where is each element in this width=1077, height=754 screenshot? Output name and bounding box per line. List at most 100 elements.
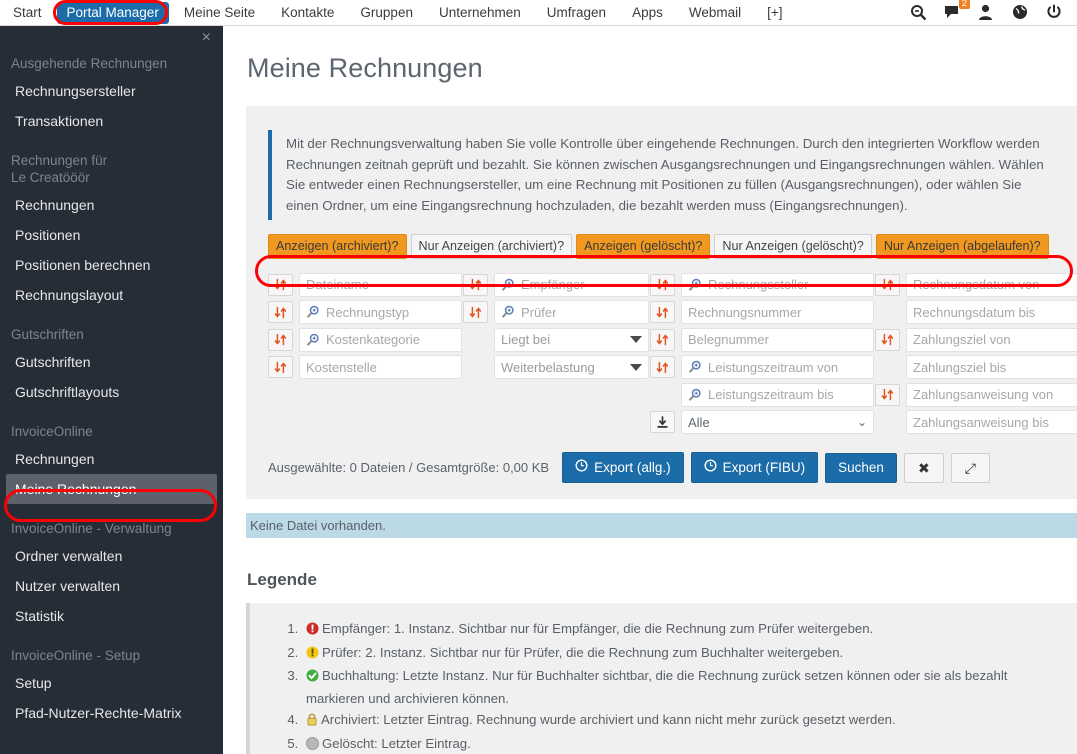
search-plus-icon[interactable]	[688, 388, 702, 402]
nav-item-meine-seite[interactable]: Meine Seite	[173, 2, 266, 24]
suchen-button[interactable]: Suchen	[825, 452, 897, 483]
chevron-down-icon[interactable]	[630, 336, 642, 344]
field-placeholder: Zahlungsanweisung bis	[913, 414, 1049, 430]
input-belegnummer[interactable]: Belegnummer	[681, 327, 874, 352]
form-row: Empfänger	[463, 271, 649, 299]
sort-toggle-icon[interactable]	[268, 328, 293, 351]
download-icon[interactable]	[650, 411, 675, 434]
legend-item-text: Prüfer: 2. Instanz. Sichtbar nur für Prü…	[322, 644, 844, 660]
nav-item-[interactable]: [+]	[756, 2, 793, 24]
sort-toggle-icon[interactable]	[268, 356, 293, 379]
input-zahlungsziel-bis[interactable]: Zahlungsziel bis	[906, 355, 1077, 380]
sidebar-item-setup[interactable]: Setup	[0, 668, 223, 698]
clear-filters-button[interactable]: ✖	[903, 452, 944, 483]
sidebar-item-rechnungslayout[interactable]: Rechnungslayout	[0, 280, 223, 310]
input-leistungszeitraum-von[interactable]: Leistungszeitraum von	[681, 355, 874, 380]
sort-toggle-icon[interactable]	[650, 273, 675, 296]
filter-button-1[interactable]: Nur Anzeigen (archiviert)?	[410, 234, 573, 259]
sidebar-item-positionen[interactable]: Positionen	[0, 220, 223, 250]
sidebar-item-rechnungsersteller[interactable]: Rechnungsersteller	[0, 76, 223, 106]
input-rechnungstyp[interactable]: Rechnungstyp	[299, 300, 462, 325]
input-kostenstelle[interactable]: Kostenstelle	[299, 355, 462, 380]
field-placeholder: Prüfer	[521, 304, 557, 320]
chevron-down-icon[interactable]: ⌄	[857, 416, 867, 428]
sort-toggle-icon[interactable]	[268, 301, 293, 324]
nav-item-start[interactable]: Start	[2, 2, 53, 24]
sort-toggle-icon[interactable]	[463, 301, 488, 324]
sort-toggle-icon[interactable]	[463, 273, 488, 296]
input-rechnungssteller[interactable]: Rechnungssteller	[681, 272, 874, 297]
field-placeholder: Alle	[688, 414, 710, 430]
sidebar-item-transaktionen[interactable]: Transaktionen	[0, 106, 223, 136]
sort-toggle-icon[interactable]	[650, 328, 675, 351]
input-dateiname[interactable]: Dateiname	[299, 272, 462, 297]
field-placeholder: Rechnungsnummer	[688, 304, 802, 320]
expand-button[interactable]: ⤢	[950, 452, 990, 483]
input-zahlungsanweisung-bis[interactable]: Zahlungsanweisung bis	[906, 410, 1077, 435]
search-plus-icon[interactable]	[501, 278, 515, 292]
input-zahlungsziel-von[interactable]: Zahlungsziel von	[906, 327, 1077, 352]
nav-item-umfragen[interactable]: Umfragen	[536, 2, 617, 24]
nav-item-kontakte[interactable]: Kontakte	[270, 2, 345, 24]
nav-item-webmail[interactable]: Webmail	[678, 2, 752, 24]
nav-item-portal-manager[interactable]: Portal Manager	[56, 1, 169, 24]
sidebar-item-meine-rechnungen[interactable]: Meine Rechnungen	[6, 474, 217, 504]
search-plus-icon[interactable]	[306, 333, 320, 347]
search-plus-icon[interactable]	[688, 360, 702, 374]
sort-toggle-icon[interactable]	[268, 273, 293, 296]
nav-item-unternehmen[interactable]: Unternehmen	[428, 2, 532, 24]
sidebar-item-gutschriften[interactable]: Gutschriften	[0, 347, 223, 377]
sort-toggle-icon[interactable]	[875, 328, 900, 351]
power-icon[interactable]	[1046, 4, 1063, 21]
filter-button-0[interactable]: Anzeigen (archiviert)?	[268, 234, 407, 259]
legend-item: Prüfer: 2. Instanz. Sichtbar nur für Prü…	[302, 643, 1040, 666]
sidebar-item-pfad-nutzer-rechte-matrix[interactable]: Pfad-Nutzer-Rechte-Matrix	[0, 698, 223, 728]
chevron-down-icon[interactable]	[630, 363, 642, 371]
export-fibu-button[interactable]: Export (FIBU)	[690, 452, 819, 483]
export-allg-button[interactable]: Export (allg.)	[562, 452, 684, 483]
search-plus-icon[interactable]	[501, 305, 515, 319]
filter-button-4[interactable]: Nur Anzeigen (abgelaufen)?	[875, 234, 1049, 259]
input-empfänger[interactable]: Empfänger	[494, 272, 649, 297]
sidebar-item-gutschriftlayouts[interactable]: Gutschriftlayouts	[0, 377, 223, 407]
close-icon[interactable]: ×	[202, 30, 211, 46]
sort-toggle-icon[interactable]	[875, 383, 900, 406]
sidebar-item-statistik[interactable]: Statistik	[0, 601, 223, 631]
sidebar-item-positionen-berechnen[interactable]: Positionen berechnen	[0, 250, 223, 280]
globe-icon[interactable]	[1012, 4, 1029, 21]
input-kostenkategorie[interactable]: Kostenkategorie	[299, 327, 462, 352]
sidebar-item-rechnungen[interactable]: Rechnungen	[0, 190, 223, 220]
messages-icon[interactable]: 2	[944, 0, 970, 21]
input-rechnungsdatum-von[interactable]: Rechnungsdatum von	[906, 272, 1077, 297]
sidebar-item-nutzer-verwalten[interactable]: Nutzer verwalten	[0, 571, 223, 601]
input-rechnungsnummer[interactable]: Rechnungsnummer	[681, 300, 874, 325]
sort-toggle-icon[interactable]	[875, 273, 900, 296]
input-prüfer[interactable]: Prüfer	[494, 300, 649, 325]
input-leistungszeitraum-bis[interactable]: Leistungszeitraum bis	[681, 382, 874, 407]
sidebar-item-rechnungen[interactable]: Rechnungen	[0, 444, 223, 474]
sidebar-item-ordner-verwalten[interactable]: Ordner verwalten	[0, 541, 223, 571]
input-rechnungsdatum-bis[interactable]: Rechnungsdatum bis	[906, 300, 1077, 325]
filter-button-3[interactable]: Nur Anzeigen (gelöscht)?	[714, 234, 872, 259]
select-weiterbelastung[interactable]: Weiterbelastung	[494, 355, 649, 380]
search-plus-icon[interactable]	[306, 305, 320, 319]
form-row: Zahlungsziel von	[875, 326, 1077, 354]
user-icon[interactable]	[978, 4, 995, 21]
search-icon[interactable]	[910, 4, 927, 21]
sort-toggle-icon[interactable]	[650, 356, 675, 379]
select-liegt-bei[interactable]: Liegt bei	[494, 327, 649, 352]
input-zahlungsanweisung-von[interactable]: Zahlungsanweisung von	[906, 382, 1077, 407]
field-placeholder: Rechnungssteller	[708, 277, 809, 293]
nav-item-gruppen[interactable]: Gruppen	[349, 2, 424, 24]
field-placeholder: Dateiname	[306, 277, 369, 293]
filter-button-2[interactable]: Anzeigen (gelöscht)?	[576, 234, 711, 259]
select-alle[interactable]: Alle ⌄	[681, 410, 874, 435]
nav-item-apps[interactable]: Apps	[621, 2, 674, 24]
sort-placeholder	[875, 301, 900, 323]
search-plus-icon[interactable]	[688, 278, 702, 292]
form-row: Dateiname	[268, 271, 462, 299]
form-row: Leistungszeitraum von	[650, 354, 874, 382]
sort-toggle-icon[interactable]	[650, 301, 675, 324]
field-placeholder: Belegnummer	[688, 332, 769, 348]
